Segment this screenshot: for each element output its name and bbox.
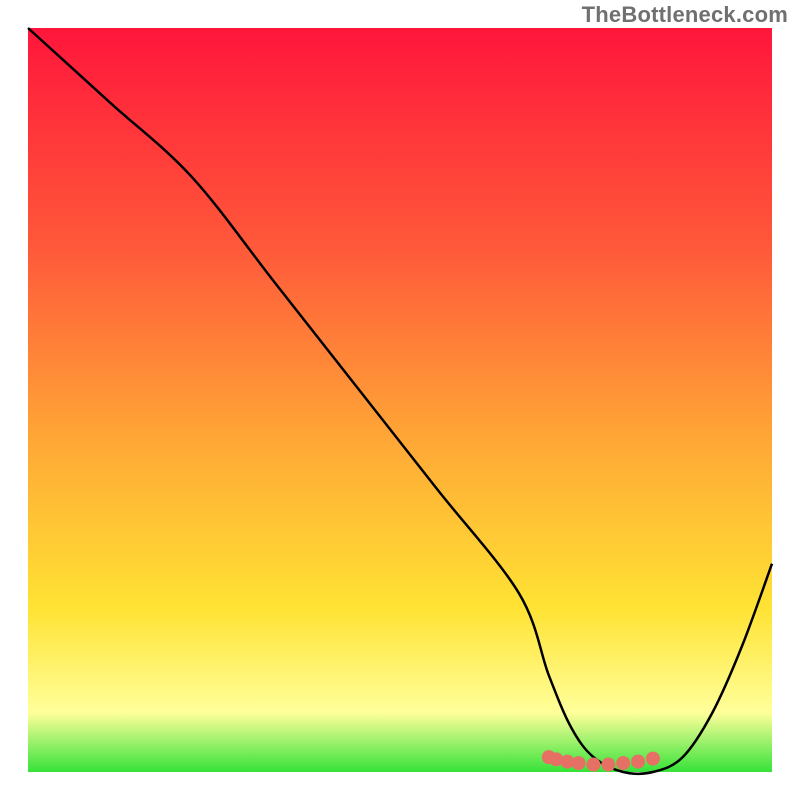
marker-dot <box>601 758 615 772</box>
bottleneck-chart <box>0 0 800 800</box>
marker-dot <box>616 756 630 770</box>
chart-container: TheBottleneck.com <box>0 0 800 800</box>
marker-dot <box>572 756 586 770</box>
marker-dot <box>646 752 660 766</box>
watermark-text: TheBottleneck.com <box>582 2 788 28</box>
plot-gradient-bg <box>28 28 772 772</box>
marker-dot <box>586 758 600 772</box>
marker-dot <box>631 755 645 769</box>
